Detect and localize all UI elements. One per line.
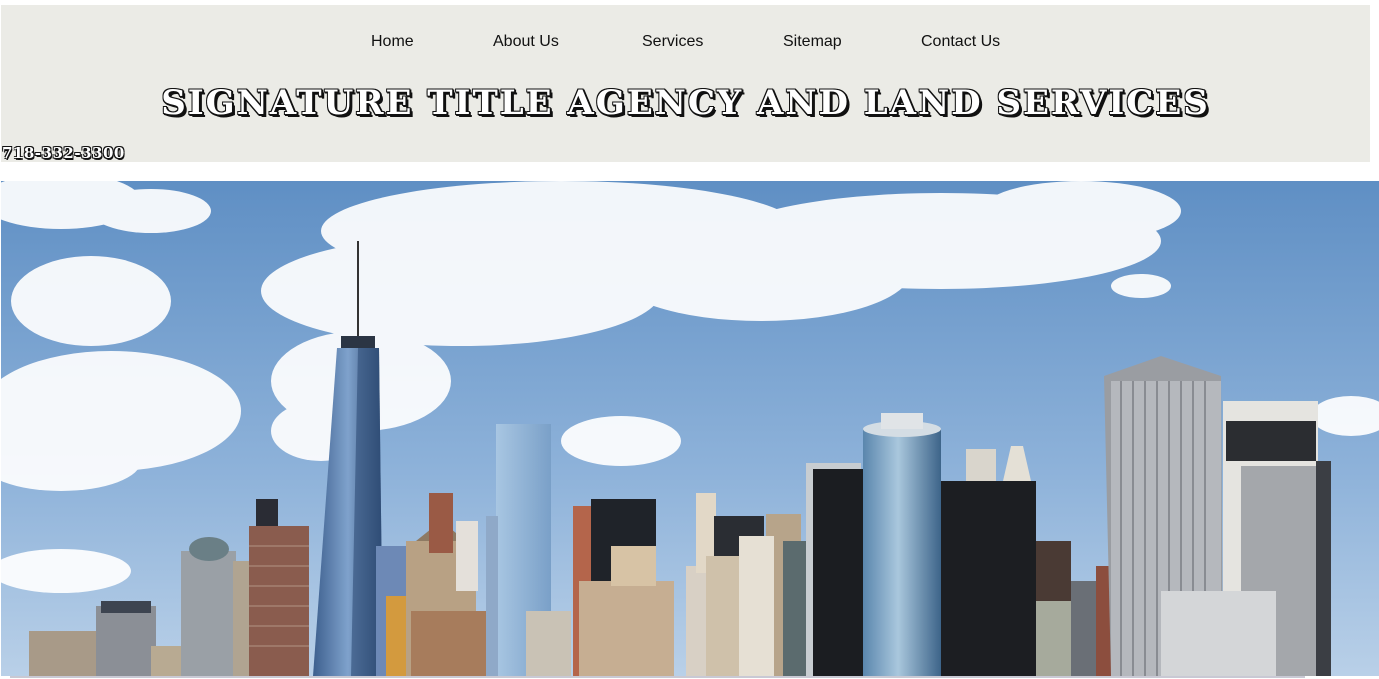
nav-services[interactable]: Services bbox=[642, 33, 703, 51]
site-title: SIGNATURE TITLE AGENCY AND LAND SERVICES bbox=[161, 83, 1210, 123]
main-nav: Home About Us Services Sitemap Contact U… bbox=[1, 5, 1370, 79]
skyline-illustration bbox=[1, 181, 1379, 676]
phone-number[interactable]: 718-332-3300 bbox=[2, 144, 125, 162]
site-header: Home About Us Services Sitemap Contact U… bbox=[1, 5, 1370, 162]
right-towers bbox=[1104, 356, 1331, 676]
nav-sitemap[interactable]: Sitemap bbox=[783, 33, 842, 51]
nav-contact-us[interactable]: Contact Us bbox=[921, 33, 1000, 51]
hero-skyline-image bbox=[1, 181, 1379, 676]
nav-about-us[interactable]: About Us bbox=[493, 33, 559, 51]
hero-bottom-divider bbox=[10, 676, 1305, 678]
nav-home[interactable]: Home bbox=[371, 33, 414, 51]
